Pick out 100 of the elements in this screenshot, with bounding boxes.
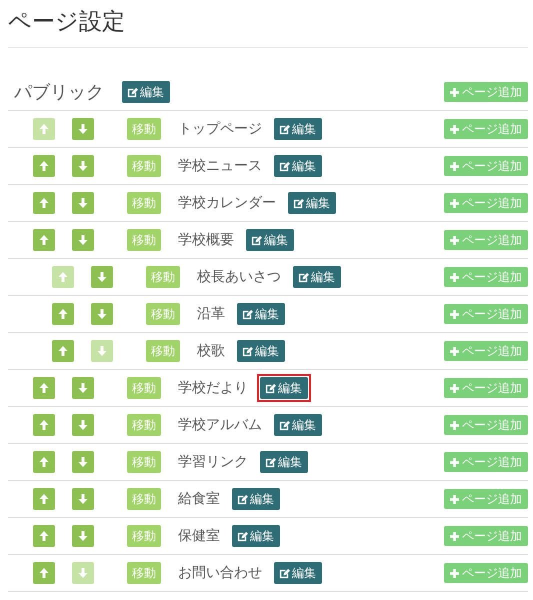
section-label: パブリック [14, 81, 104, 104]
edit-button[interactable]: 編集 [274, 118, 322, 140]
move-button[interactable]: 移動 [146, 266, 180, 288]
plus-icon [450, 310, 459, 318]
move-down-button[interactable] [91, 303, 113, 325]
move-button[interactable]: 移動 [127, 229, 161, 251]
edit-button[interactable]: 編集 [237, 303, 285, 325]
add-page-button[interactable]: ページ追加 [444, 563, 528, 583]
move-up-button[interactable] [33, 377, 55, 399]
move-down-button[interactable] [72, 451, 94, 473]
edit-icon [279, 568, 290, 578]
move-button[interactable]: 移動 [127, 377, 161, 399]
plus-icon [450, 458, 459, 466]
add-page-button[interactable]: ページ追加 [444, 267, 528, 287]
page-name: トップページ [178, 120, 262, 138]
edit-icon [265, 382, 276, 394]
move-button[interactable]: 移動 [127, 451, 161, 473]
edit-button[interactable]: 編集 [274, 414, 322, 436]
move-up-button[interactable] [33, 525, 55, 547]
page-name: お問い合わせ [178, 564, 262, 582]
add-page-button[interactable]: ページ追加 [444, 341, 528, 361]
arrow-down-icon [78, 457, 88, 467]
move-down-button[interactable] [72, 155, 94, 177]
edit-button[interactable]: 編集 [274, 562, 322, 584]
move-up-button[interactable] [33, 414, 55, 436]
move-up-button[interactable] [33, 229, 55, 251]
move-button[interactable]: 移動 [127, 118, 161, 140]
edit-icon [242, 346, 253, 356]
move-down-button[interactable] [72, 414, 94, 436]
add-page-button[interactable]: ページ追加 [444, 378, 528, 398]
move-up-button[interactable] [52, 340, 74, 362]
edit-icon [298, 272, 309, 282]
edit-button[interactable]: 編集 [246, 229, 294, 251]
move-button[interactable]: 移動 [146, 340, 180, 362]
arrow-up-icon [58, 272, 68, 282]
arrow-up-icon [39, 124, 49, 134]
edit-icon [242, 308, 253, 320]
edit-button[interactable]: 編集 [232, 488, 280, 510]
edit-button[interactable]: 編集 [237, 340, 285, 362]
arrow-down-icon [78, 420, 88, 430]
plus-icon [450, 88, 459, 96]
add-page-button[interactable]: ページ追加 [444, 304, 528, 324]
edit-button[interactable]: 編集 [288, 192, 336, 214]
arrow-down-icon [78, 124, 88, 134]
move-button[interactable]: 移動 [127, 192, 161, 214]
add-page-button[interactable]: ページ追加 [444, 119, 528, 139]
move-button[interactable]: 移動 [127, 488, 161, 510]
edit-icon [237, 494, 248, 504]
plus-icon [450, 568, 459, 578]
arrow-up-icon [39, 420, 49, 430]
plus-icon [450, 124, 459, 134]
edit-icon [251, 234, 262, 246]
add-page-button[interactable]: ページ追加 [444, 489, 528, 509]
arrow-up-icon [58, 346, 68, 356]
move-button[interactable]: 移動 [127, 525, 161, 547]
move-up-button[interactable] [52, 303, 74, 325]
add-page-button[interactable]: ページ追加 [444, 193, 528, 213]
move-down-button[interactable] [72, 229, 94, 251]
add-page-button[interactable]: ページ追加 [444, 415, 528, 435]
edit-button[interactable]: 編集 [274, 155, 322, 177]
plus-icon [450, 346, 459, 356]
arrow-up-icon [39, 494, 49, 504]
add-page-button[interactable]: ページ追加 [444, 156, 528, 176]
move-button[interactable]: 移動 [127, 562, 161, 584]
arrow-down-icon [78, 568, 88, 578]
edit-button[interactable]: 編集 [232, 525, 280, 547]
move-up-button[interactable] [33, 451, 55, 473]
page-name: 校長あいさつ [197, 268, 281, 286]
add-page-button[interactable]: ページ追加 [444, 82, 528, 102]
arrow-up-icon [39, 235, 49, 245]
arrow-down-icon [78, 161, 88, 171]
move-button[interactable]: 移動 [146, 303, 180, 325]
edit-icon [293, 198, 304, 208]
edit-button[interactable]: 編集 [260, 377, 308, 399]
edit-icon [279, 420, 290, 430]
move-button[interactable]: 移動 [127, 155, 161, 177]
arrow-up-icon [58, 309, 68, 319]
edit-button[interactable]: 編集 [260, 451, 308, 473]
move-down-button[interactable] [72, 377, 94, 399]
move-button[interactable]: 移動 [127, 414, 161, 436]
arrow-up-icon [39, 568, 49, 578]
move-up-button[interactable] [33, 192, 55, 214]
arrow-up-icon [39, 161, 49, 171]
page-name: 校歌 [197, 342, 225, 360]
move-down-button[interactable] [91, 266, 113, 288]
plus-icon [450, 162, 459, 170]
add-page-button[interactable]: ページ追加 [444, 526, 528, 546]
add-page-button[interactable]: ページ追加 [444, 230, 528, 250]
plus-icon [450, 494, 459, 504]
move-down-button[interactable] [72, 118, 94, 140]
move-up-button[interactable] [33, 488, 55, 510]
edit-button[interactable]: 編集 [293, 266, 341, 288]
move-down-button[interactable] [72, 488, 94, 510]
move-up-button[interactable] [33, 155, 55, 177]
move-up-button[interactable] [33, 562, 55, 584]
move-down-button[interactable] [72, 192, 94, 214]
edit-icon [279, 160, 290, 172]
add-page-button[interactable]: ページ追加 [444, 452, 528, 472]
move-down-button[interactable] [72, 525, 94, 547]
edit-button[interactable]: 編集 [122, 81, 170, 103]
